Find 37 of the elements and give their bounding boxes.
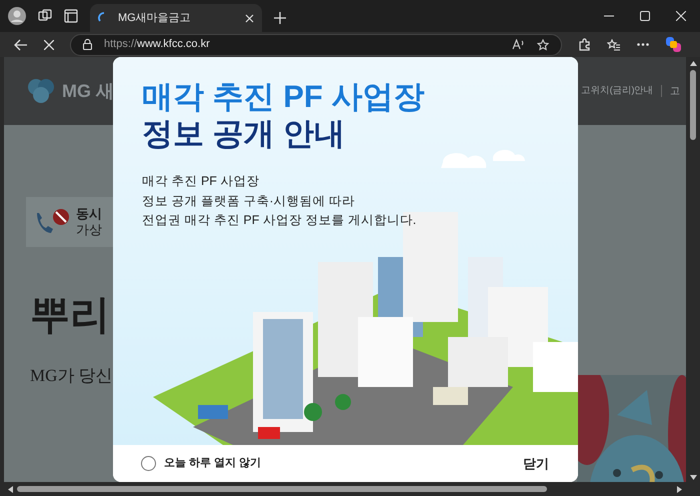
back-arrow-icon[interactable] bbox=[14, 38, 28, 50]
dont-show-today-checkbox[interactable]: 오늘 하루 열지 않기 bbox=[141, 455, 262, 472]
browser-tab[interactable]: MG새마을금고 bbox=[90, 4, 262, 32]
hero-headline: 뿌리 bbox=[30, 291, 110, 339]
close-button[interactable]: 닫기 bbox=[523, 454, 549, 474]
address-bar[interactable]: https://www.kfcc.co.kr bbox=[70, 34, 562, 56]
horizontal-scrollbar-thumb[interactable] bbox=[17, 486, 547, 492]
extensions-icon[interactable] bbox=[578, 38, 591, 51]
favorites-icon[interactable] bbox=[607, 38, 621, 50]
logo-text: MG 새 bbox=[62, 80, 114, 102]
url-text: https://www.kfcc.co.kr bbox=[104, 37, 211, 52]
scroll-right-icon[interactable] bbox=[677, 486, 682, 492]
close-tab-icon[interactable] bbox=[245, 14, 254, 22]
scroll-up-icon[interactable] bbox=[690, 61, 696, 66]
stop-loading-icon[interactable] bbox=[44, 40, 54, 50]
tab-title: MG새마을금고 bbox=[118, 10, 192, 26]
star-icon[interactable] bbox=[537, 38, 549, 50]
notice-text: 가상 bbox=[76, 222, 102, 238]
more-icon[interactable] bbox=[637, 43, 649, 46]
popup-title: 정보 공개 안내 bbox=[142, 116, 346, 152]
scroll-down-icon[interactable] bbox=[690, 475, 696, 480]
nav-link[interactable]: 고위치(금리)안내 bbox=[581, 84, 653, 98]
maximize-icon[interactable] bbox=[640, 11, 650, 21]
profile-icon[interactable] bbox=[8, 7, 26, 25]
nav-link[interactable]: 고 bbox=[670, 84, 680, 98]
scroll-left-icon[interactable] bbox=[8, 486, 13, 492]
workspaces-icon[interactable] bbox=[38, 9, 52, 23]
notice-title: 동시 bbox=[76, 206, 102, 222]
popup-title: 매각 추진 PF 사업장 bbox=[142, 79, 424, 116]
tab-actions-icon[interactable] bbox=[64, 9, 78, 23]
vertical-scrollbar-thumb[interactable] bbox=[690, 70, 696, 140]
copilot-icon[interactable] bbox=[665, 36, 682, 53]
close-window-icon[interactable] bbox=[676, 11, 686, 21]
lock-icon bbox=[83, 39, 92, 50]
hero-subline: MG가 당신 bbox=[30, 365, 113, 387]
new-tab-icon[interactable] bbox=[274, 12, 286, 24]
read-aloud-icon[interactable] bbox=[512, 39, 525, 50]
